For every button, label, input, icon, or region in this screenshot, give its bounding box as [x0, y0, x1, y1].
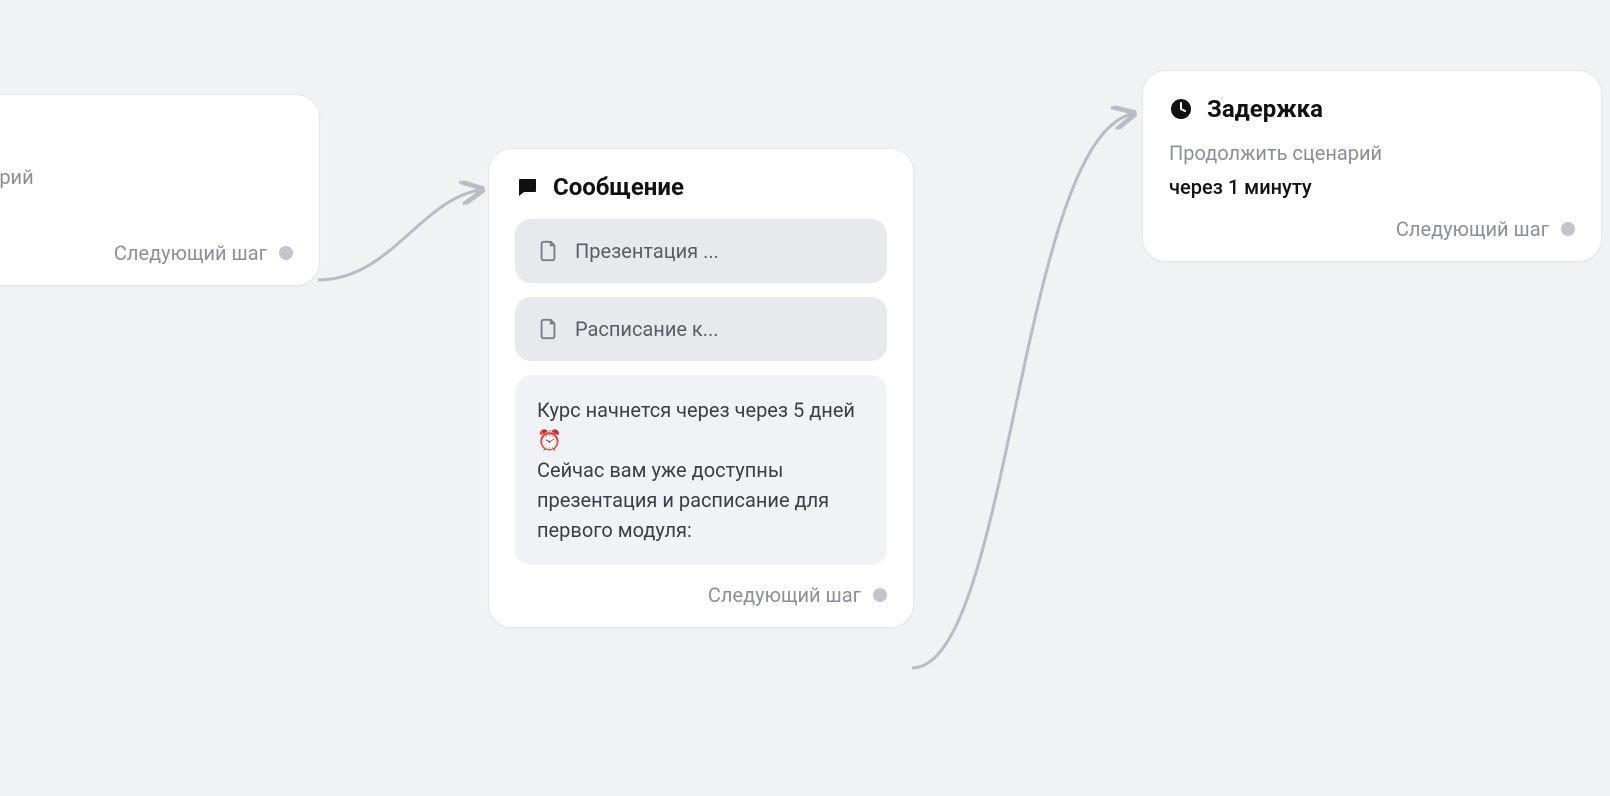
- port-dot-icon[interactable]: [1561, 222, 1575, 236]
- node-message[interactable]: Сообщение Презентация ... Расписание к..…: [488, 148, 914, 628]
- next-step-port[interactable]: Следующий шаг: [515, 583, 887, 607]
- next-step-port[interactable]: Следующий шаг: [0, 241, 293, 265]
- edge-message-to-delay2: [912, 114, 1132, 668]
- clock-icon: [1169, 97, 1193, 121]
- next-step-label: Следующий шаг: [114, 241, 267, 265]
- next-step-port[interactable]: Следующий шаг: [1169, 217, 1575, 241]
- next-step-label: Следующий шаг: [1396, 217, 1549, 241]
- node-title: Сообщение: [553, 173, 684, 201]
- message-body-text: Курс начнется через через 5 дней ⏰ Сейча…: [515, 375, 887, 565]
- node-value: через 1 минуту: [1169, 175, 1575, 199]
- node-delay-1[interactable]: ержка ить сценарий секунду Следующий шаг: [0, 94, 320, 286]
- attachment-item[interactable]: Расписание к...: [515, 297, 887, 361]
- file-icon: [537, 240, 559, 262]
- node-subtitle: ить сценарий: [0, 165, 293, 189]
- attachment-label: Расписание к...: [575, 317, 719, 341]
- port-dot-icon[interactable]: [279, 246, 293, 260]
- edge-delay1-to-message: [318, 190, 480, 280]
- attachment-label: Презентация ...: [575, 239, 719, 263]
- node-subtitle: Продолжить сценарий: [1169, 141, 1575, 165]
- port-dot-icon[interactable]: [873, 588, 887, 602]
- next-step-label: Следующий шаг: [708, 583, 861, 607]
- node-value: секунду: [0, 199, 293, 223]
- attachment-item[interactable]: Презентация ...: [515, 219, 887, 283]
- node-delay-2[interactable]: Задержка Продолжить сценарий через 1 мин…: [1142, 70, 1602, 262]
- node-title: Задержка: [1207, 95, 1323, 123]
- chat-bubble-icon: [515, 175, 539, 199]
- file-icon: [537, 318, 559, 340]
